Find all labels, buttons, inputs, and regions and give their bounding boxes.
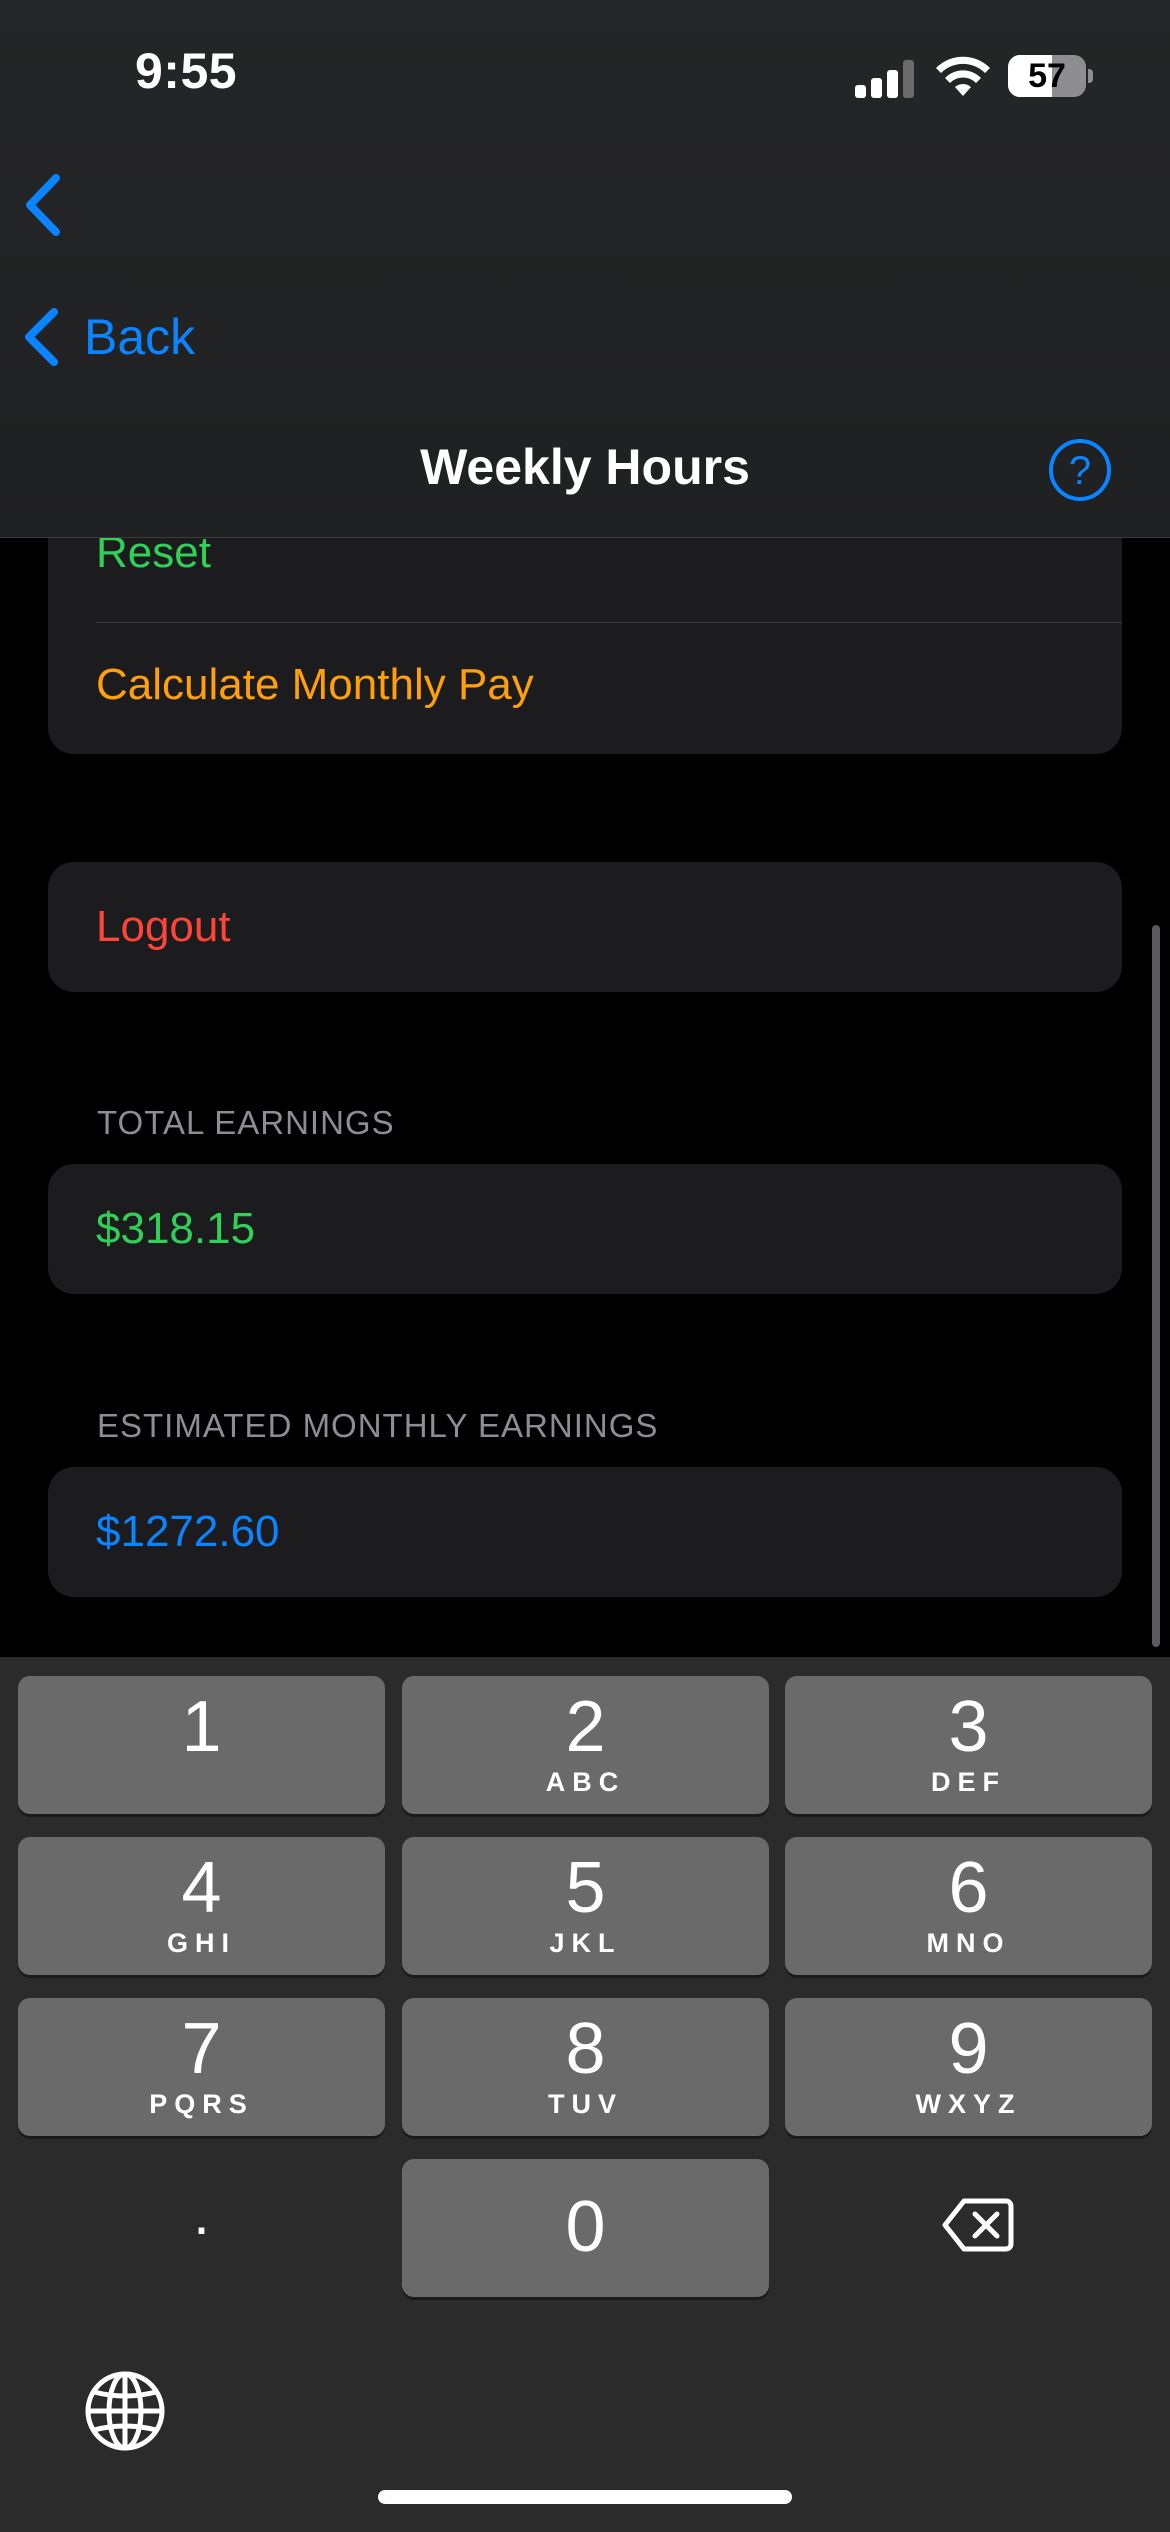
estimated-monthly-earnings-header: ESTIMATED MONTHLY EARNINGS <box>97 1407 659 1444</box>
help-button[interactable]: ? <box>1049 439 1111 501</box>
question-circle-icon: ? <box>1068 449 1092 493</box>
key-digit: 8 <box>565 2009 606 2089</box>
key-digit: 7 <box>181 2009 222 2089</box>
key-digit: 1 <box>181 1687 222 1767</box>
battery-icon: 57 <box>1008 55 1094 97</box>
logout-group: Logout <box>48 862 1122 992</box>
key-letters: WXYZ <box>915 2089 1022 2119</box>
back-button[interactable]: Back <box>18 302 195 372</box>
delete-backspace-icon <box>942 2198 1014 2252</box>
chevron-left-icon <box>25 308 58 366</box>
key-6[interactable]: 6 MNO <box>785 1837 1152 1975</box>
total-earnings-header: TOTAL EARNINGS <box>97 1104 395 1141</box>
calculate-monthly-pay-button[interactable]: Calculate Monthly Pay <box>96 660 534 710</box>
wifi-icon <box>936 56 990 96</box>
key-letters: DEF <box>931 1767 1006 1797</box>
key-letters: JKL <box>549 1928 622 1958</box>
key-digit: 5 <box>565 1848 606 1928</box>
key-0[interactable]: 0 <box>402 2159 769 2297</box>
scroll-indicator[interactable] <box>1152 925 1160 1647</box>
key-1[interactable]: 1 <box>18 1676 385 1814</box>
key-letters: TUV <box>548 2089 623 2119</box>
key-7[interactable]: 7 PQRS <box>18 1998 385 2136</box>
cellular-signal-icon <box>855 58 915 98</box>
estimated-monthly-earnings-cell: $1272.60 <box>48 1467 1122 1597</box>
key-9[interactable]: 9 WXYZ <box>785 1998 1152 2136</box>
delete-key[interactable] <box>785 2159 1152 2297</box>
navigation-bar: 9:55 57 Back Weekly Hours ? <box>0 0 1170 538</box>
key-digit: 9 <box>948 2009 989 2089</box>
total-earnings-cell: $318.15 <box>48 1164 1122 1294</box>
key-5[interactable]: 5 JKL <box>402 1837 769 1975</box>
back-label: Back <box>84 309 196 365</box>
key-letters: PQRS <box>149 2089 254 2119</box>
key-digit: 4 <box>181 1848 222 1928</box>
globe-icon[interactable] <box>84 2370 166 2452</box>
battery-body: 57 <box>1008 55 1086 97</box>
key-letters: GHI <box>166 1928 236 1958</box>
status-time: 9:55 <box>135 43 238 99</box>
key-letters: MNO <box>926 1928 1011 1958</box>
key-digit: 3 <box>948 1687 989 1767</box>
key-4[interactable]: 4 GHI <box>18 1837 385 1975</box>
chevron-left-icon[interactable] <box>18 170 68 240</box>
decimal-key[interactable]: . <box>18 2159 385 2297</box>
total-earnings-value: $318.15 <box>96 1204 256 1253</box>
battery-tip <box>1088 69 1093 83</box>
screen: Reset Calculate Monthly Pay Logout TOTAL… <box>0 0 1170 2532</box>
key-digit: 2 <box>565 1687 606 1767</box>
key-3[interactable]: 3 DEF <box>785 1676 1152 1814</box>
battery-level: 57 <box>1028 57 1066 95</box>
logout-button[interactable]: Logout <box>96 902 231 952</box>
key-digit: 0 <box>565 2187 606 2267</box>
key-2[interactable]: 2 ABC <box>402 1676 769 1814</box>
home-indicator[interactable] <box>378 2490 792 2504</box>
key-digit: 6 <box>948 1848 989 1928</box>
key-letters: ABC <box>545 1767 626 1797</box>
estimated-monthly-earnings-value: $1272.60 <box>96 1507 280 1556</box>
row-separator <box>96 622 1122 623</box>
page-title: Weekly Hours <box>420 439 750 495</box>
key-8[interactable]: 8 TUV <box>402 1998 769 2136</box>
